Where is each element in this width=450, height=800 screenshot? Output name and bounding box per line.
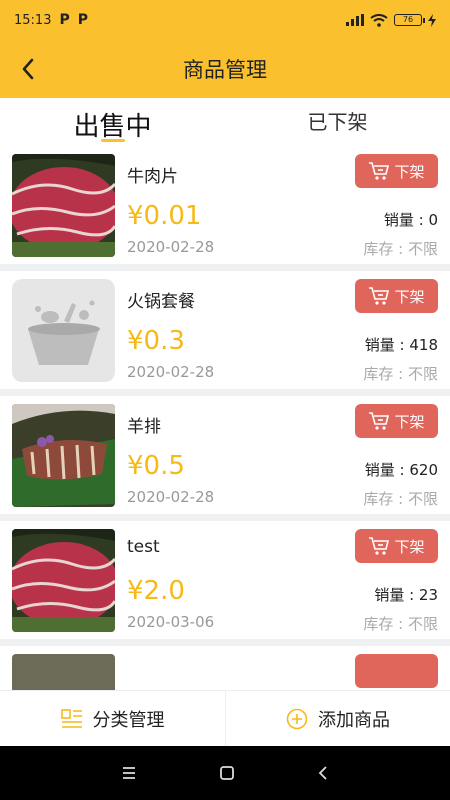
app-header: 商品管理: [0, 40, 450, 98]
product-card[interactable]: 牛肉片 ¥0.01 2020-02-28 下架 销量 : 0 库存 : 不限: [0, 146, 450, 271]
tab-label: 已下架: [307, 110, 368, 134]
product-name: 牛肉片: [127, 167, 178, 187]
category-list-icon: [60, 708, 82, 728]
off-shelf-label: 下架: [394, 412, 425, 431]
product-image: [12, 279, 115, 382]
product-stock: 库存 : 不限: [363, 365, 438, 383]
off-shelf-label: 下架: [394, 537, 425, 556]
wifi-icon: [370, 13, 388, 27]
status-bar: 15:13 P P 76: [0, 0, 450, 40]
product-list[interactable]: 牛肉片 ¥0.01 2020-02-28 下架 销量 : 0 库存 : 不限 火…: [0, 146, 450, 690]
product-sales: 销量 : 23: [374, 586, 438, 604]
product-stock: 库存 : 不限: [363, 490, 438, 508]
bottom-action-bar: 分类管理 添加商品: [0, 690, 450, 746]
system-nav-bar: [0, 746, 450, 800]
category-management-button[interactable]: 分类管理: [0, 691, 225, 746]
tab-active-indicator: [101, 139, 125, 142]
product-date: 2020-02-28: [127, 488, 215, 506]
product-name: test: [127, 537, 160, 557]
product-price: ¥0.01: [127, 201, 202, 231]
tab-bar: 出售中 已下架: [0, 98, 450, 146]
tab-label: 出售中: [73, 112, 152, 142]
add-product-label: 添加商品: [318, 709, 390, 731]
off-shelf-button[interactable]: 下架: [355, 279, 438, 313]
menu-icon[interactable]: [121, 766, 137, 780]
off-shelf-button[interactable]: 下架: [355, 404, 438, 438]
charging-icon: [428, 13, 436, 27]
plus-circle-icon: [286, 708, 308, 729]
product-date: 2020-02-28: [127, 238, 215, 256]
category-management-label: 分类管理: [92, 709, 165, 731]
page-title: 商品管理: [183, 58, 267, 82]
cart-icon: [369, 162, 390, 180]
off-shelf-label: 下架: [394, 287, 425, 306]
tab-off-shelf[interactable]: 已下架: [225, 98, 450, 146]
back-button[interactable]: [8, 49, 48, 89]
add-product-button[interactable]: 添加商品: [225, 691, 450, 746]
product-stock: 库存 : 不限: [363, 240, 438, 258]
chevron-left-icon: [22, 58, 34, 80]
product-sales: 销量 : 0: [383, 211, 438, 229]
status-time: 15:13: [14, 12, 52, 28]
product-card[interactable]: test ¥2.0 2020-03-06 下架 销量 : 23 库存 : 不限: [0, 521, 450, 646]
product-card[interactable]: 羊排 ¥0.5 2020-02-28 下架 销量 : 620 库存 : 不限: [0, 396, 450, 521]
product-price: ¥2.0: [127, 576, 185, 606]
notification-p-icon: P: [59, 12, 70, 28]
cart-icon: [369, 412, 390, 430]
product-price: ¥0.3: [127, 326, 185, 356]
off-shelf-button[interactable]: 下架: [355, 529, 438, 563]
product-price: ¥0.5: [127, 451, 185, 481]
product-card-partial[interactable]: [0, 646, 450, 690]
product-name: 羊排: [127, 417, 161, 437]
product-date: 2020-03-06: [127, 613, 215, 631]
product-image: [12, 154, 115, 257]
cart-icon: [369, 537, 390, 555]
off-shelf-label: 下架: [394, 162, 425, 181]
product-image: [12, 404, 115, 507]
product-stock: 库存 : 不限: [363, 615, 438, 633]
cart-icon: [369, 287, 390, 305]
notification-p-icon: P: [77, 12, 88, 28]
off-shelf-button[interactable]: 下架: [355, 154, 438, 188]
product-image: [12, 529, 115, 632]
back-icon[interactable]: [317, 765, 329, 781]
tab-on-sale[interactable]: 出售中: [0, 98, 225, 146]
product-card[interactable]: 火锅套餐 ¥0.3 2020-02-28 下架 销量 : 418 库存 : 不限: [0, 271, 450, 396]
product-sales: 销量 : 418: [364, 336, 438, 354]
product-date: 2020-02-28: [127, 363, 215, 381]
product-sales: 销量 : 620: [364, 461, 438, 479]
home-icon[interactable]: [219, 765, 235, 781]
off-shelf-button[interactable]: [355, 654, 438, 688]
battery-icon: 76: [394, 14, 425, 26]
product-image: [12, 654, 115, 690]
product-name: 火锅套餐: [127, 292, 195, 312]
signal-icon: [346, 14, 364, 26]
